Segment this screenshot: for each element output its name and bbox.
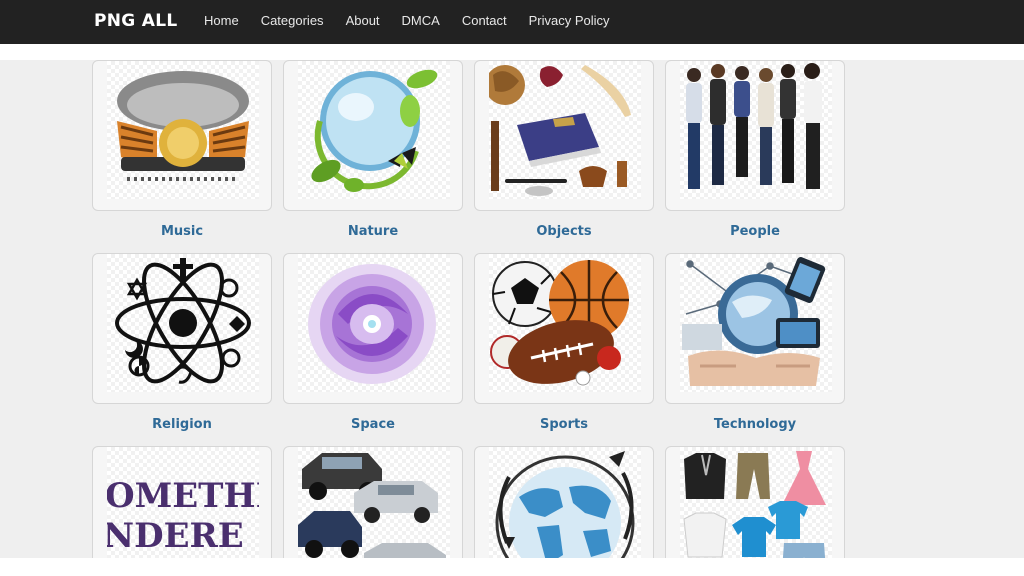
sports-icon bbox=[489, 254, 641, 392]
category-label[interactable]: Sports bbox=[474, 417, 654, 432]
text-icon: OMETHIN NDERE bbox=[107, 447, 259, 558]
category-card-space[interactable]: Space bbox=[283, 253, 463, 432]
category-tile[interactable] bbox=[474, 446, 654, 558]
vehicles-icon bbox=[298, 447, 450, 558]
category-tile[interactable] bbox=[92, 60, 272, 211]
brand-logo[interactable]: PNG ALL bbox=[94, 11, 177, 31]
thumb-text-line-1: OMETHIN bbox=[107, 476, 259, 516]
music-icon bbox=[107, 61, 259, 199]
category-tile[interactable] bbox=[283, 446, 463, 558]
category-card-people[interactable]: People bbox=[665, 60, 845, 239]
nav-contact[interactable]: Contact bbox=[462, 13, 507, 28]
religion-icon bbox=[107, 254, 259, 392]
category-tile[interactable] bbox=[665, 253, 845, 404]
category-card-globe[interactable] bbox=[474, 446, 654, 558]
nav-home[interactable]: Home bbox=[204, 13, 239, 28]
people-icon bbox=[680, 61, 832, 199]
category-card-sports[interactable]: Sports bbox=[474, 253, 654, 432]
category-tile[interactable] bbox=[474, 253, 654, 404]
category-card-text[interactable]: OMETHIN NDERE bbox=[92, 446, 272, 558]
top-navbar: PNG ALL Home Categories About DMCA Conta… bbox=[0, 0, 1024, 44]
nav-about[interactable]: About bbox=[346, 13, 380, 28]
category-tile[interactable] bbox=[283, 253, 463, 404]
category-label[interactable]: Objects bbox=[474, 224, 654, 239]
category-grid: Music Nature Objects People Religion Spa… bbox=[0, 60, 1024, 558]
thumb-text-line-2: NDERE bbox=[107, 516, 244, 556]
category-tile[interactable] bbox=[92, 253, 272, 404]
footer-strip bbox=[0, 558, 1024, 576]
category-card-nature[interactable]: Nature bbox=[283, 60, 463, 239]
category-label[interactable]: Religion bbox=[92, 417, 272, 432]
nature-icon bbox=[298, 61, 450, 199]
category-tile[interactable] bbox=[474, 60, 654, 211]
category-label[interactable]: People bbox=[665, 224, 845, 239]
category-card-objects[interactable]: Objects bbox=[474, 60, 654, 239]
category-label[interactable]: Music bbox=[92, 224, 272, 239]
nav-privacy-policy[interactable]: Privacy Policy bbox=[529, 13, 610, 28]
category-card-vehicles[interactable] bbox=[283, 446, 463, 558]
category-label[interactable]: Space bbox=[283, 417, 463, 432]
clothing-icon bbox=[680, 447, 832, 558]
space-icon bbox=[298, 254, 450, 392]
category-label[interactable]: Nature bbox=[283, 224, 463, 239]
category-card-music[interactable]: Music bbox=[92, 60, 272, 239]
category-tile[interactable] bbox=[283, 60, 463, 211]
nav-dmca[interactable]: DMCA bbox=[402, 13, 440, 28]
category-card-clothing[interactable] bbox=[665, 446, 845, 558]
header-gap bbox=[0, 44, 1024, 60]
main-nav: Home Categories About DMCA Contact Priva… bbox=[204, 13, 610, 28]
technology-icon bbox=[680, 254, 832, 392]
category-label[interactable]: Technology bbox=[665, 417, 845, 432]
nav-categories[interactable]: Categories bbox=[261, 13, 324, 28]
globe-icon bbox=[489, 447, 641, 558]
category-tile[interactable] bbox=[665, 446, 845, 558]
category-tile[interactable]: OMETHIN NDERE bbox=[92, 446, 272, 558]
objects-icon bbox=[489, 61, 641, 199]
category-card-technology[interactable]: Technology bbox=[665, 253, 845, 432]
category-tile[interactable] bbox=[665, 60, 845, 211]
category-card-religion[interactable]: Religion bbox=[92, 253, 272, 432]
